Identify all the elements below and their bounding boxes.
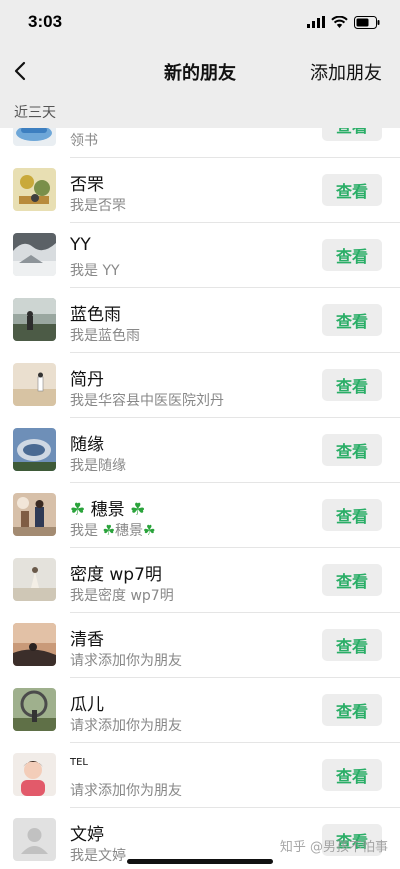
request-message: 我是蓝色雨 <box>70 328 140 344</box>
avatar <box>13 623 56 666</box>
request-message: 我是 ☘穗景☘ <box>70 523 156 539</box>
view-button[interactable]: 查看 <box>322 434 382 466</box>
list-item[interactable]: ☘ 穗景 ☘ 我是 ☘穗景☘ 查看 <box>0 483 400 548</box>
clover-icon: ☘ <box>70 500 86 520</box>
view-button[interactable]: 查看 <box>322 304 382 336</box>
avatar <box>13 168 56 211</box>
view-button[interactable]: 查看 <box>322 128 382 141</box>
status-time: 3:03 <box>28 12 63 31</box>
list-item[interactable]: 否罘 我是否罘 查看 <box>0 158 400 223</box>
cellular-signal-icon <box>307 16 325 28</box>
battery-icon <box>354 15 380 29</box>
request-message: 我是 YY <box>70 263 120 279</box>
request-message: 我是随缘 <box>70 458 126 474</box>
request-message: 我是华容县中医医院刘丹 <box>70 393 224 409</box>
clover-icon: ☘ <box>143 523 156 539</box>
avatar <box>13 363 56 406</box>
request-message: 领书 <box>70 133 98 149</box>
avatar <box>13 558 56 601</box>
list-item[interactable]: 蓝色雨 我是蓝色雨 查看 <box>0 288 400 353</box>
request-message: 我是密度 wp7明 <box>70 588 174 604</box>
wifi-icon <box>331 16 348 28</box>
avatar <box>13 428 56 471</box>
list-item[interactable]: 密度 wp7明 我是密度 wp7明 查看 <box>0 548 400 613</box>
view-button[interactable]: 查看 <box>322 174 382 206</box>
request-message: 请求添加你为朋友 <box>70 783 182 799</box>
view-button[interactable]: 查看 <box>322 759 382 791</box>
view-button[interactable]: 查看 <box>322 369 382 401</box>
request-message: 我是文婷 <box>70 848 126 864</box>
list-item[interactable]: YY 我是 YY 查看 <box>0 223 400 288</box>
list-item[interactable]: 瓜儿 请求添加你为朋友 查看 <box>0 678 400 743</box>
view-button[interactable]: 查看 <box>322 564 382 596</box>
friend-name: 文婷 <box>70 825 104 845</box>
section-header: 近三天 <box>0 96 400 128</box>
view-button[interactable]: 查看 <box>322 629 382 661</box>
friend-name: 瓜儿 <box>70 695 104 715</box>
clover-icon: ☘ <box>102 523 116 539</box>
view-button[interactable]: 查看 <box>322 694 382 726</box>
list-item[interactable]: 清香 请求添加你为朋友 查看 <box>0 613 400 678</box>
request-message: 请求添加你为朋友 <box>70 653 182 669</box>
watermark: 知乎 @男孩不怕事 <box>279 840 388 855</box>
friend-name: 蓝色雨 <box>70 305 121 325</box>
friend-name: 否罘 <box>70 175 104 195</box>
request-message: 请求添加你为朋友 <box>70 718 182 734</box>
view-button[interactable]: 查看 <box>322 239 382 271</box>
list-item[interactable]: TEL 请求添加你为朋友 查看 <box>0 743 400 808</box>
status-bar: 3:03 <box>0 0 400 46</box>
request-message: 我是否罘 <box>70 198 126 214</box>
default-avatar-icon <box>13 818 56 861</box>
avatar <box>13 233 56 276</box>
friend-request-list: 领书 查看 否罘 我是否罘 查看 YY 我是 YY 查看 蓝色雨 <box>0 128 400 869</box>
friend-name: 清香 <box>70 630 104 650</box>
friend-name: TEL <box>70 757 88 768</box>
nav-bar: 新的朋友 添加朋友 <box>0 46 400 96</box>
clover-icon: ☘ <box>130 500 146 520</box>
friend-name: YY <box>70 235 91 255</box>
avatar <box>13 753 56 796</box>
avatar <box>13 818 56 861</box>
friend-name: ☘ 穗景 ☘ <box>70 500 146 520</box>
avatar <box>13 493 56 536</box>
add-friend-button[interactable]: 添加朋友 <box>310 59 382 85</box>
status-icons <box>307 14 380 30</box>
list-item[interactable]: 简丹 我是华容县中医医院刘丹 查看 <box>0 353 400 418</box>
home-indicator[interactable] <box>127 859 273 864</box>
avatar <box>13 298 56 341</box>
avatar <box>13 688 56 731</box>
friend-name: 密度 wp7明 <box>70 565 162 585</box>
list-item[interactable]: 领书 查看 <box>0 128 400 158</box>
friend-name: 简丹 <box>70 370 104 390</box>
avatar <box>13 128 56 146</box>
friend-name: 随缘 <box>70 435 104 455</box>
view-button[interactable]: 查看 <box>322 499 382 531</box>
list-item[interactable]: 随缘 我是随缘 查看 <box>0 418 400 483</box>
